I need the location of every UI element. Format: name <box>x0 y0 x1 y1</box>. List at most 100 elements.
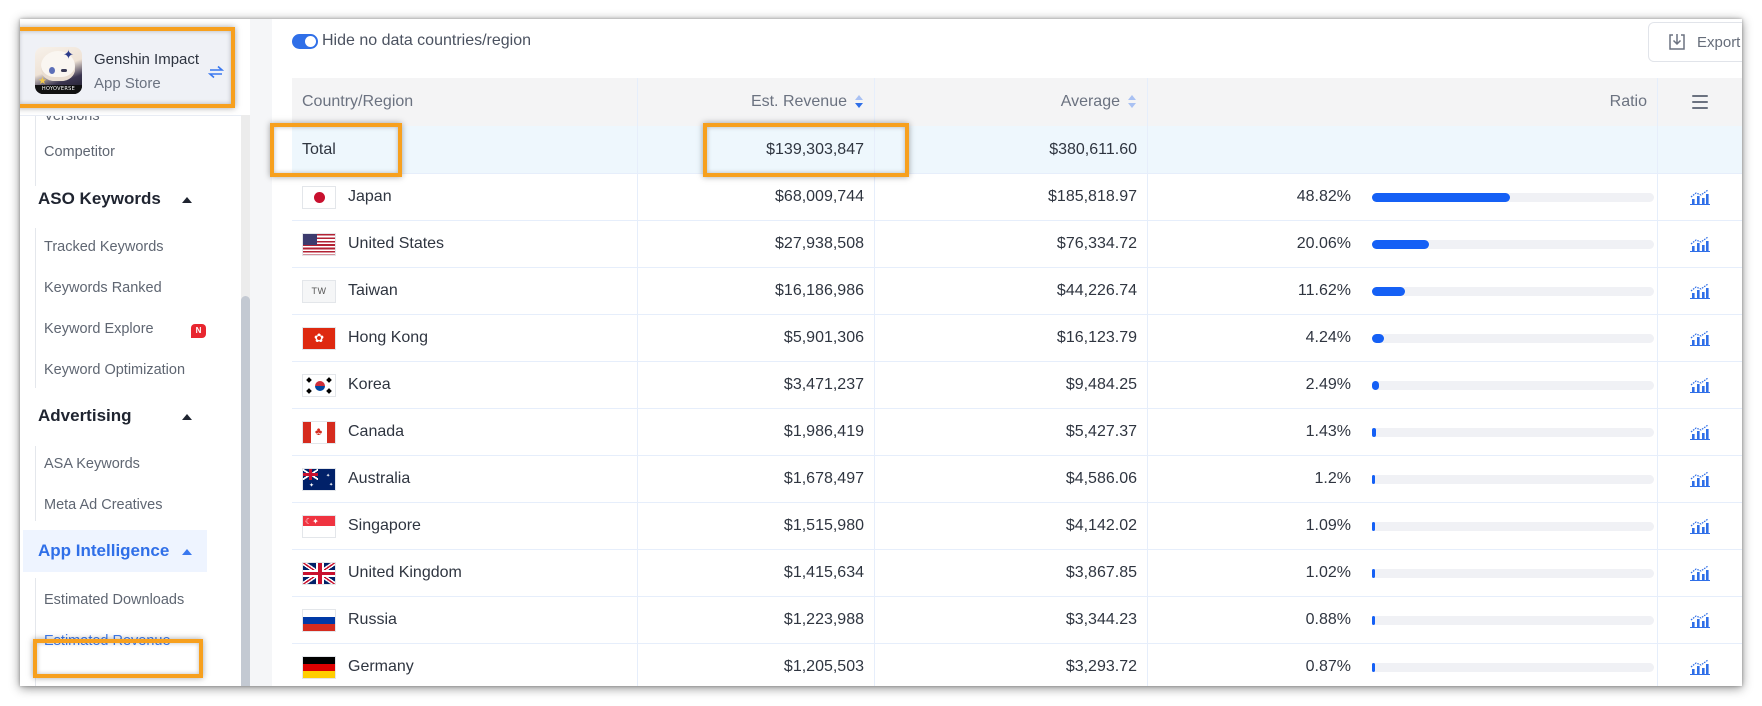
ratio-bar-track <box>1372 334 1654 343</box>
flag-au-icon: ✦ ✦ ✦ <box>302 467 336 491</box>
sidebar-scrollbar-thumb[interactable] <box>241 296 250 686</box>
ratio-bar-track <box>1372 240 1654 249</box>
sort-icon[interactable] <box>855 95 864 109</box>
ratio-percent: 4.24% <box>1305 329 1351 346</box>
ratio-bar-track <box>1372 569 1654 578</box>
trend-chart-icon[interactable] <box>1690 377 1710 393</box>
country-name: Korea <box>348 376 391 393</box>
trend-chart-icon[interactable] <box>1690 659 1710 675</box>
sidebar-item-estimated-revenue[interactable]: Estimated Revenue <box>44 633 171 649</box>
column-menu-icon[interactable] <box>1692 95 1708 109</box>
trend-chart-icon[interactable] <box>1690 471 1710 487</box>
ratio-cell: 20.06% <box>1148 221 1658 267</box>
sort-icon[interactable] <box>1128 95 1137 109</box>
sidebar-group-aso-keywords[interactable]: ASO Keywords <box>38 189 161 209</box>
swap-arrows-icon[interactable] <box>208 65 224 79</box>
table-row: Japan $68,009,744 $185,818.97 48.82% <box>292 174 1742 221</box>
ratio-cell: 0.88% <box>1148 597 1658 643</box>
ratio-bar-fill <box>1372 522 1376 531</box>
flag-sg-icon: ☾✦ <box>302 514 336 538</box>
sidebar-item-estimated-downloads[interactable]: Estimated Downloads <box>44 592 184 608</box>
nav-indent-line <box>35 446 36 521</box>
table-row: ✿ Hong Kong $5,901,306 $16,123.79 4.24% <box>292 315 1742 362</box>
average-cell: $4,586.06 <box>875 456 1148 502</box>
trend-chart-icon[interactable] <box>1690 565 1710 581</box>
sidebar-item-meta-ad-creatives[interactable]: Meta Ad Creatives <box>44 497 162 513</box>
average-cell: $9,484.25 <box>875 362 1148 408</box>
export-button[interactable]: Export <box>1648 22 1742 62</box>
sidebar-item-keyword-optimization[interactable]: Keyword Optimization <box>44 362 185 378</box>
header-country-label: Country/Region <box>302 93 414 110</box>
ratio-cell: 1.2% <box>1148 456 1658 502</box>
ratio-percent: 20.06% <box>1296 235 1351 252</box>
country-cell: ☾✦ Singapore <box>292 503 638 549</box>
average-cell: $3,344.23 <box>875 597 1148 643</box>
sidebar-item-keywords-ranked[interactable]: Keywords Ranked <box>44 280 162 296</box>
header-average[interactable]: Average <box>875 78 1148 126</box>
action-cell <box>1658 409 1742 455</box>
export-label: Export <box>1697 33 1741 51</box>
sidebar-item-versions[interactable]: Versions <box>44 116 100 124</box>
flag-ca-icon: ♣ <box>302 420 336 444</box>
action-cell <box>1658 456 1742 502</box>
header-average-label: Average <box>1060 93 1120 110</box>
trend-chart-icon[interactable] <box>1690 189 1710 205</box>
sidebar-item-tracked-keywords[interactable]: Tracked Keywords <box>44 239 164 255</box>
total-revenue: $139,303,847 <box>638 126 875 173</box>
hide-no-data-toggle[interactable] <box>292 33 318 49</box>
table-row: Korea $3,471,237 $9,484.25 2.49% <box>292 362 1742 409</box>
trend-chart-icon[interactable] <box>1690 612 1710 628</box>
sidebar: ✦ ★ HOYOVERSE Genshin Impact App Store V… <box>20 19 250 686</box>
sidebar-item-competitor[interactable]: Competitor <box>44 144 115 160</box>
trend-chart-icon[interactable] <box>1690 236 1710 252</box>
trend-chart-icon[interactable] <box>1690 330 1710 346</box>
sidebar-item-asa-keywords[interactable]: ASA Keywords <box>44 456 140 472</box>
total-row: Total $139,303,847 $380,611.60 <box>292 126 1742 174</box>
total-average: $380,611.60 <box>875 126 1148 173</box>
ratio-bar-fill <box>1372 475 1376 484</box>
average-cell: $4,142.02 <box>875 503 1148 549</box>
app-selector[interactable]: ✦ ★ HOYOVERSE Genshin Impact App Store <box>20 30 232 106</box>
country-name: Canada <box>348 423 405 440</box>
action-cell <box>1658 503 1742 549</box>
flag-jp-icon <box>302 185 336 209</box>
revenue-cell: $1,986,419 <box>638 409 875 455</box>
flag-hk-icon: ✿ <box>302 326 336 350</box>
table-row: Russia $1,223,988 $3,344.23 0.88% <box>292 597 1742 644</box>
trend-chart-icon[interactable] <box>1690 424 1710 440</box>
flag-kr-icon <box>302 373 336 397</box>
average-cell: $3,293.72 <box>875 644 1148 686</box>
ratio-bar-fill <box>1372 663 1375 672</box>
country-cell: ✿ Hong Kong <box>292 315 638 361</box>
ratio-bar-fill <box>1372 193 1510 202</box>
trend-chart-icon[interactable] <box>1690 283 1710 299</box>
sidebar-item-keyword-explore[interactable]: Keyword Explore <box>44 321 154 337</box>
country-name: Japan <box>348 188 392 205</box>
ratio-bar-fill <box>1372 381 1380 390</box>
trend-chart-icon[interactable] <box>1690 518 1710 534</box>
table-row: ✦ ✦ ✦ Australia $1,678,497 $4,586.06 1.2% <box>292 456 1742 503</box>
caret-up-icon[interactable] <box>182 197 192 203</box>
ratio-bar-track <box>1372 475 1654 484</box>
flag-us-icon <box>302 232 336 256</box>
table-row: ☾✦ Singapore $1,515,980 $4,142.02 1.09% <box>292 503 1742 550</box>
nav-indent-line <box>35 578 36 686</box>
table-row: TW Taiwan $16,186,986 $44,226.74 11.62% <box>292 268 1742 315</box>
main-panel: Hide no data countries/region Export Cou… <box>272 19 1742 686</box>
header-revenue[interactable]: Est. Revenue <box>638 78 875 126</box>
country-cell: ♣ Canada <box>292 409 638 455</box>
flag-ru-icon <box>302 608 336 632</box>
ratio-bar-fill <box>1372 428 1377 437</box>
table-row: United States $27,938,508 $76,334.72 20.06% <box>292 221 1742 268</box>
ratio-cell: 1.09% <box>1148 503 1658 549</box>
country-name: United Kingdom <box>348 564 462 581</box>
caret-up-icon[interactable] <box>182 549 192 555</box>
sidebar-group-app-intelligence[interactable]: App Intelligence <box>38 541 169 561</box>
table-header: Country/Region Est. Revenue Average Rati… <box>292 78 1742 126</box>
country-name: Russia <box>348 611 397 628</box>
caret-up-icon[interactable] <box>182 414 192 420</box>
ratio-cell: 48.82% <box>1148 174 1658 220</box>
sidebar-group-advertising[interactable]: Advertising <box>38 406 132 426</box>
ratio-percent: 1.02% <box>1305 564 1351 581</box>
action-cell <box>1658 221 1742 267</box>
